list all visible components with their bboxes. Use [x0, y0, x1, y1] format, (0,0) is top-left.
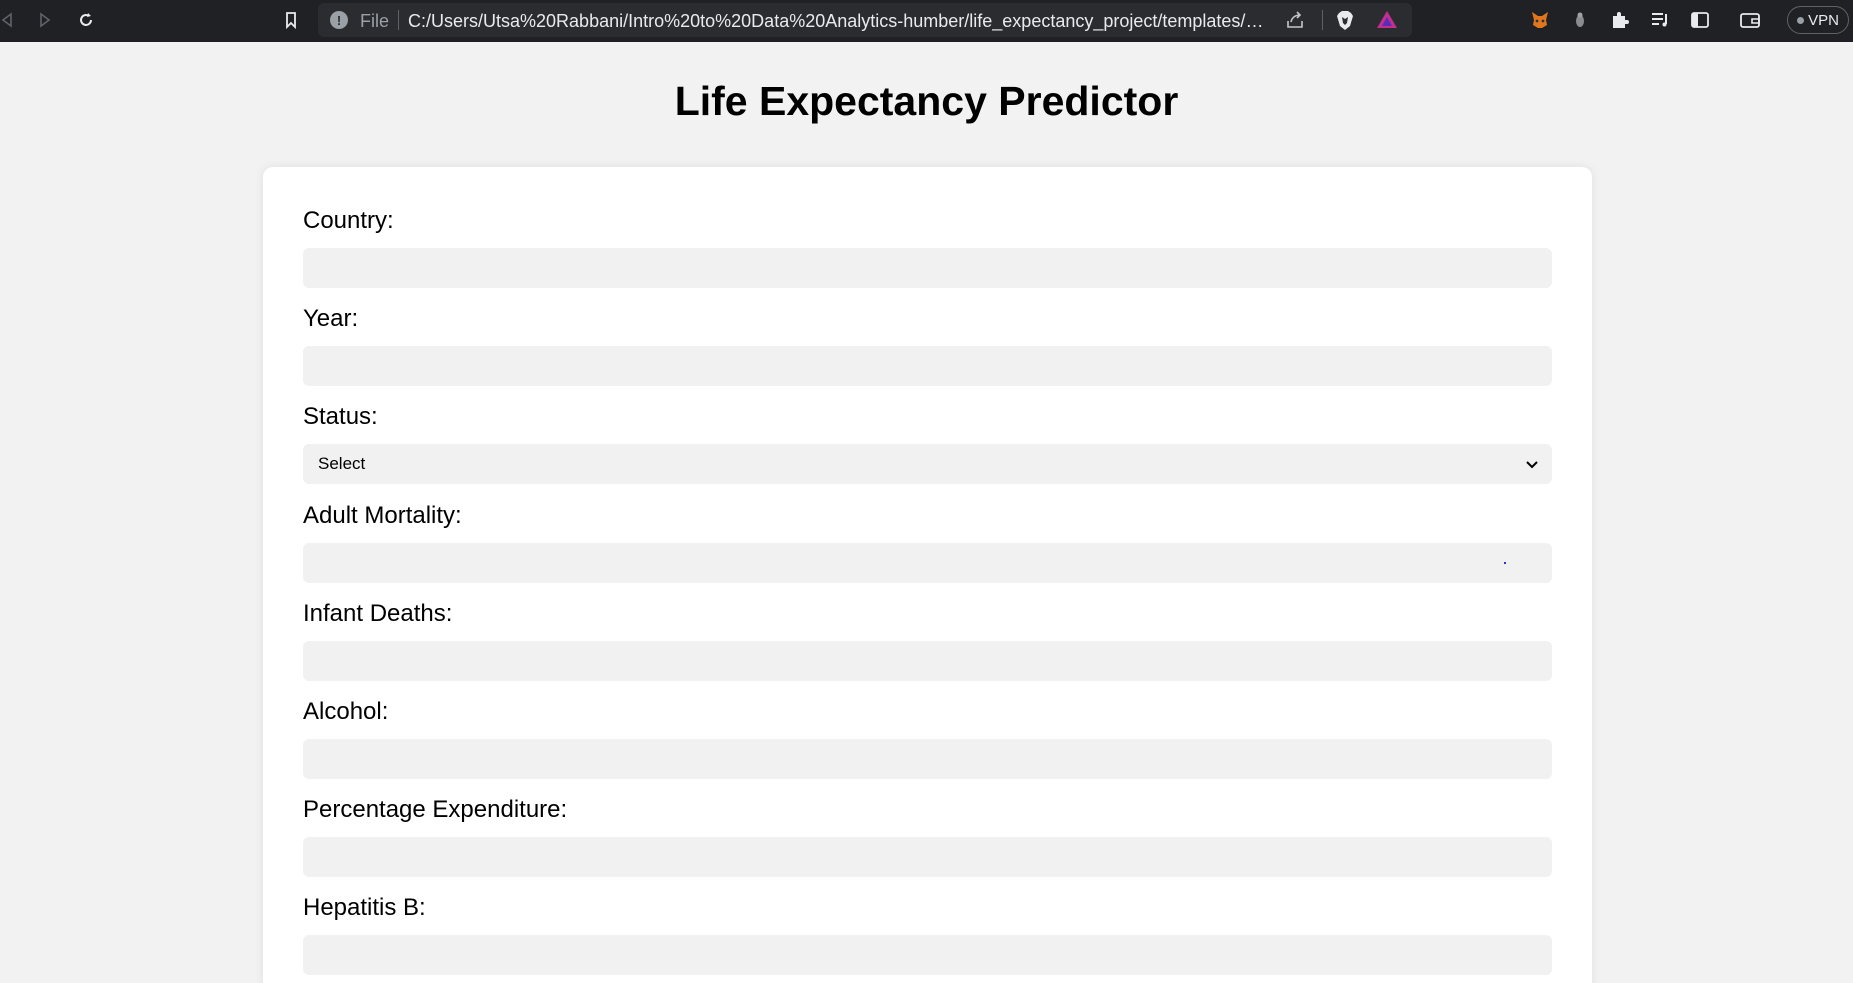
year-label: Year: — [303, 305, 359, 332]
alcohol-input[interactable] — [303, 739, 1552, 779]
brave-rewards-icon[interactable] — [1376, 9, 1398, 31]
info-icon[interactable]: ! — [330, 11, 348, 29]
metamask-fox-icon[interactable] — [1527, 7, 1553, 33]
file-label: File — [360, 11, 390, 31]
adult-mortality-field: Adult Mortality: — [303, 501, 1552, 583]
reload-icon[interactable] — [71, 5, 101, 35]
country-input[interactable] — [303, 248, 1552, 288]
wallet-icon[interactable] — [1737, 7, 1763, 33]
hepatitis-b-input[interactable] — [303, 935, 1552, 975]
status-select[interactable]: Select — [303, 444, 1552, 484]
cursor-dot — [1504, 562, 1506, 564]
share-icon[interactable] — [1284, 9, 1306, 31]
browser-toolbar: ! File C:/Users/Utsa%20Rabbani/Intro%20t… — [0, 0, 1853, 42]
page-title: Life Expectancy Predictor — [674, 78, 1179, 124]
extension-ghost-icon[interactable] — [1567, 7, 1593, 33]
country-field: Country: — [303, 206, 1552, 288]
url-divider — [398, 10, 399, 30]
hepatitis-b-field: Hepatitis B: — [303, 893, 1552, 975]
extensions-puzzle-icon[interactable] — [1607, 7, 1633, 33]
percentage-expenditure-field: Percentage Expenditure: — [303, 795, 1552, 877]
country-label: Country: — [303, 207, 394, 234]
adult-mortality-input[interactable] — [303, 543, 1552, 583]
infant-deaths-label: Infant Deaths: — [303, 600, 453, 627]
vpn-button[interactable]: VPN — [1787, 6, 1849, 34]
back-icon[interactable] — [0, 5, 22, 35]
adult-mortality-label: Adult Mortality: — [303, 502, 462, 529]
brave-shields-icon[interactable] — [1334, 9, 1356, 31]
sidebar-icon[interactable] — [1687, 7, 1713, 33]
alcohol-label: Alcohol: — [303, 698, 389, 725]
vpn-status-dot — [1797, 16, 1805, 24]
vpn-label: VPN — [1808, 11, 1839, 29]
percentage-expenditure-input[interactable] — [303, 837, 1552, 877]
infant-deaths-field: Infant Deaths: — [303, 599, 1552, 681]
chevron-down-icon — [1526, 461, 1538, 469]
year-field: Year: — [303, 304, 1552, 386]
bookmark-icon[interactable] — [276, 5, 306, 35]
url-text[interactable]: C:/Users/Utsa%20Rabbani/Intro%20to%20Dat… — [408, 11, 1270, 32]
status-selected-value: Select — [318, 454, 366, 473]
status-field: Status: Select — [303, 402, 1552, 484]
address-bar[interactable]: ! File C:/Users/Utsa%20Rabbani/Intro%20t… — [318, 3, 1412, 37]
alcohol-field: Alcohol: — [303, 697, 1552, 779]
prediction-form-card: Country: Year: Status: Select Adult Mort… — [263, 167, 1592, 983]
percentage-expenditure-label: Percentage Expenditure: — [303, 796, 568, 823]
playlist-icon[interactable] — [1647, 7, 1673, 33]
year-input[interactable] — [303, 346, 1552, 386]
hepatitis-b-label: Hepatitis B: — [303, 894, 426, 921]
status-label: Status: — [303, 403, 378, 430]
url-divider-2 — [1322, 10, 1323, 30]
infant-deaths-input[interactable] — [303, 641, 1552, 681]
forward-icon[interactable] — [30, 5, 60, 35]
